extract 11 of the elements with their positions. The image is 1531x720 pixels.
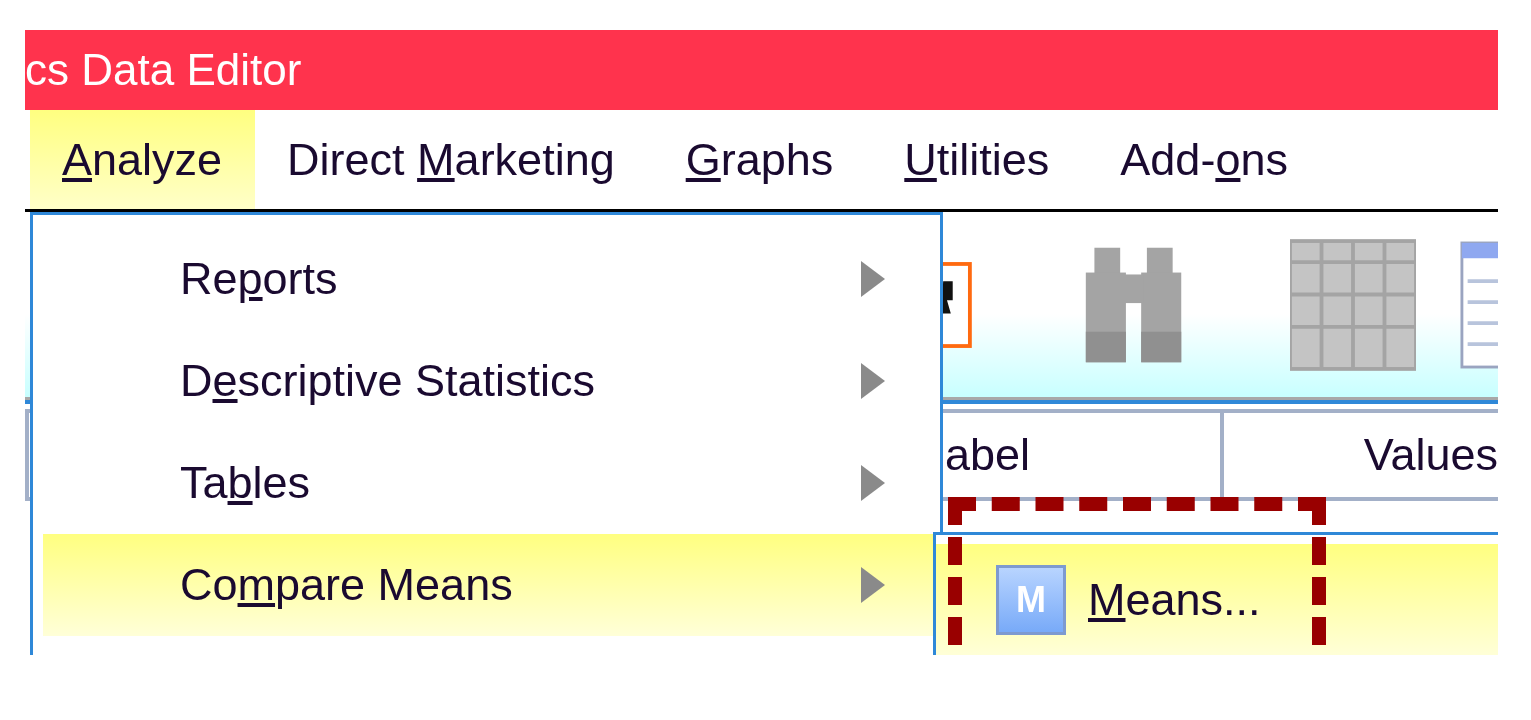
menu-item[interactable]: Utilities — [872, 110, 1083, 209]
window-title: cs Data Editor — [25, 45, 302, 95]
menu-item[interactable]: Analyze — [30, 110, 256, 209]
menu-item[interactable]: Add-ons — [1088, 110, 1321, 209]
submenu-entry[interactable]: M Means... — [936, 544, 1498, 655]
means-icon: M — [996, 565, 1066, 635]
grid-icon[interactable] — [1289, 237, 1416, 372]
menu-item[interactable]: Graphs — [653, 110, 867, 209]
column-header: Values — [1220, 413, 1498, 501]
menu-item[interactable]: Direct Marketing — [255, 110, 648, 209]
menu-entry[interactable]: Reports — [43, 228, 940, 330]
